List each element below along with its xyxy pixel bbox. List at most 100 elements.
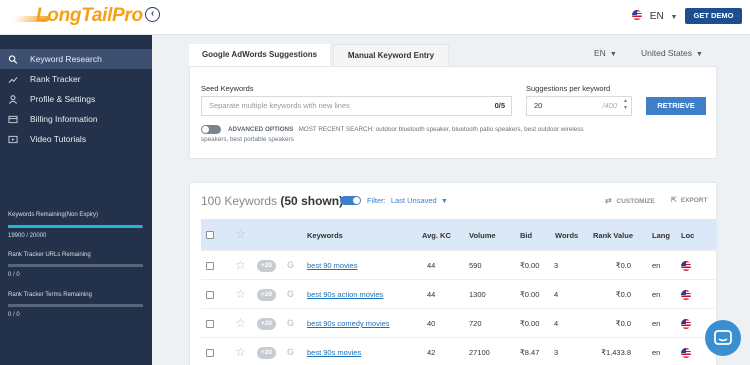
results-toggle[interactable] — [340, 196, 361, 205]
lang: en — [652, 261, 661, 270]
google-icon[interactable]: G — [287, 289, 294, 299]
star-icon[interactable]: ☆ — [235, 317, 246, 329]
export-label: EXPORT — [680, 197, 708, 204]
export-button[interactable]: ⇱ EXPORT — [671, 196, 707, 204]
tab-manual-entry[interactable]: Manual Keyword Entry — [333, 44, 449, 66]
row-checkbox[interactable] — [206, 349, 214, 357]
chat-button[interactable] — [705, 320, 741, 356]
sidebar-item-video-tutorials[interactable]: Video Tutorials — [0, 129, 152, 149]
rank-value: ₹0.0 — [615, 319, 631, 328]
table-row[interactable]: ☆ +20 G best 90s action movies 44 1300 ₹… — [201, 279, 717, 308]
row-checkbox[interactable] — [206, 291, 214, 299]
bid: ₹0.00 — [520, 319, 540, 328]
seed-keywords-input[interactable]: Separate multiple keywords with new line… — [201, 96, 512, 116]
sidebar-item-label: Keyword Research — [30, 54, 102, 64]
keywords-remaining-fill — [8, 225, 143, 228]
column-header-words[interactable]: Words — [555, 231, 578, 240]
customize-label: CUSTOMIZE — [616, 198, 655, 205]
column-header-volume[interactable]: Volume — [469, 231, 496, 240]
keywords-remaining-label: Keywords Remaining(Non Expiry) — [8, 212, 99, 218]
sidebar-item-label: Video Tutorials — [30, 134, 87, 144]
language-selector[interactable]: EN ▼ — [632, 10, 677, 22]
plus-20-badge[interactable]: +20 — [257, 260, 276, 272]
retrieve-button[interactable]: RETRIEVE — [646, 97, 706, 115]
filter-value: Last Unsaved — [390, 196, 437, 205]
star-icon[interactable]: ☆ — [235, 288, 246, 300]
keyword-link[interactable]: best 90s comedy movies — [307, 319, 390, 328]
keyword-link[interactable]: best 90s action movies — [307, 290, 383, 299]
table-row[interactable]: ☆ +20 G best 90 movies 44 590 ₹0.00 3 ₹0… — [201, 250, 717, 279]
us-flag-icon — [681, 319, 691, 329]
google-icon[interactable]: G — [287, 347, 294, 357]
search-language-value: EN — [594, 48, 606, 58]
rank-value: ₹1,433.8 — [601, 348, 631, 357]
sidebar-item-keyword-research[interactable]: Keyword Research — [0, 49, 152, 69]
google-icon[interactable]: G — [287, 260, 294, 270]
results-shown: (50 shown) — [280, 194, 344, 208]
rank-urls-label: Rank Tracker URLs Remaining — [8, 252, 91, 258]
sidebar-item-billing[interactable]: Billing Information — [0, 109, 152, 129]
results-title: 100 Keywords (50 shown) — [201, 194, 343, 208]
trend-icon — [8, 76, 18, 84]
filter-select[interactable]: Filter: Last Unsaved ▼ — [367, 196, 448, 205]
us-flag-icon — [632, 10, 642, 20]
column-header-lang[interactable]: Lang — [652, 231, 670, 240]
keyword-link[interactable]: best 90s movies — [307, 348, 361, 357]
column-header-keywords[interactable]: Keywords — [307, 231, 343, 240]
us-flag-icon — [681, 348, 691, 358]
rank-urls-bar — [8, 264, 143, 267]
rank-terms-label: Rank Tracker Terms Remaining — [8, 292, 92, 298]
suggestions-stepper[interactable]: ▲ ▼ — [623, 98, 628, 112]
sidebar-item-profile-settings[interactable]: Profile & Settings — [0, 89, 152, 109]
row-checkbox[interactable] — [206, 320, 214, 328]
seed-keywords-label: Seed Keywords — [201, 84, 254, 93]
table-row[interactable]: ☆ +20 G best 90s comedy movies 40 720 ₹0… — [201, 308, 717, 337]
suggestions-value: 20 — [534, 101, 543, 110]
table-row[interactable]: ☆ +20 G best 90s movies 42 27100 ₹8.47 3… — [201, 337, 717, 365]
rank-urls-value: 0 / 0 — [8, 272, 20, 278]
suggestions-input[interactable]: 20 /400 ▲ ▼ — [526, 96, 632, 116]
us-flag-icon — [681, 261, 691, 271]
star-icon[interactable]: ☆ — [235, 228, 246, 240]
language-label: EN — [649, 11, 664, 22]
search-country-select[interactable]: United States ▼ — [641, 48, 703, 58]
words: 3 — [554, 348, 559, 357]
plus-20-badge[interactable]: +20 — [257, 318, 276, 330]
chevron-down-icon: ▼ — [670, 14, 678, 21]
search-icon — [8, 55, 18, 64]
column-header-avg-kc[interactable]: Avg. KC — [422, 231, 451, 240]
column-header-bid[interactable]: Bid — [520, 231, 532, 240]
top-bar: LongTailPro ‹ EN ▼ GET DEMO — [0, 0, 750, 35]
sidebar-collapse-button[interactable]: ‹ — [145, 7, 160, 22]
sidebar-item-rank-tracker[interactable]: Rank Tracker — [0, 69, 152, 89]
toggle-knob — [353, 197, 360, 204]
chevron-down-icon: ▼ — [440, 198, 448, 205]
chat-icon — [714, 330, 732, 345]
column-header-loc[interactable]: Loc — [681, 231, 694, 240]
user-icon — [9, 95, 17, 104]
plus-20-badge[interactable]: +20 — [257, 347, 276, 359]
seed-keywords-count: 0/5 — [494, 101, 505, 110]
row-checkbox[interactable] — [206, 262, 214, 270]
sliders-icon: ⇄ — [605, 196, 612, 205]
export-icon: ⇱ — [671, 197, 677, 204]
logo-text: LongTailPro — [36, 5, 143, 26]
select-all-checkbox[interactable] — [206, 231, 214, 239]
tab-google-adwords[interactable]: Google AdWords Suggestions — [189, 44, 330, 66]
customize-button[interactable]: ⇄ CUSTOMIZE — [605, 196, 655, 205]
plus-20-badge[interactable]: +20 — [257, 289, 276, 301]
words: 4 — [554, 290, 559, 299]
filter-label: Filter: — [367, 196, 386, 205]
star-icon[interactable]: ☆ — [235, 346, 246, 358]
column-header-rank-value[interactable]: Rank Value — [593, 231, 633, 240]
search-language-select[interactable]: EN ▼ — [594, 48, 617, 58]
lang: en — [652, 319, 661, 328]
google-icon[interactable]: G — [287, 318, 294, 328]
keyword-link[interactable]: best 90 movies — [307, 261, 357, 270]
star-icon[interactable]: ☆ — [235, 259, 246, 271]
lang: en — [652, 290, 661, 299]
bid: ₹0.00 — [520, 261, 540, 270]
get-demo-button[interactable]: GET DEMO — [685, 8, 742, 24]
logo[interactable]: LongTailPro — [12, 5, 146, 29]
sidebar-item-label: Profile & Settings — [30, 94, 96, 104]
